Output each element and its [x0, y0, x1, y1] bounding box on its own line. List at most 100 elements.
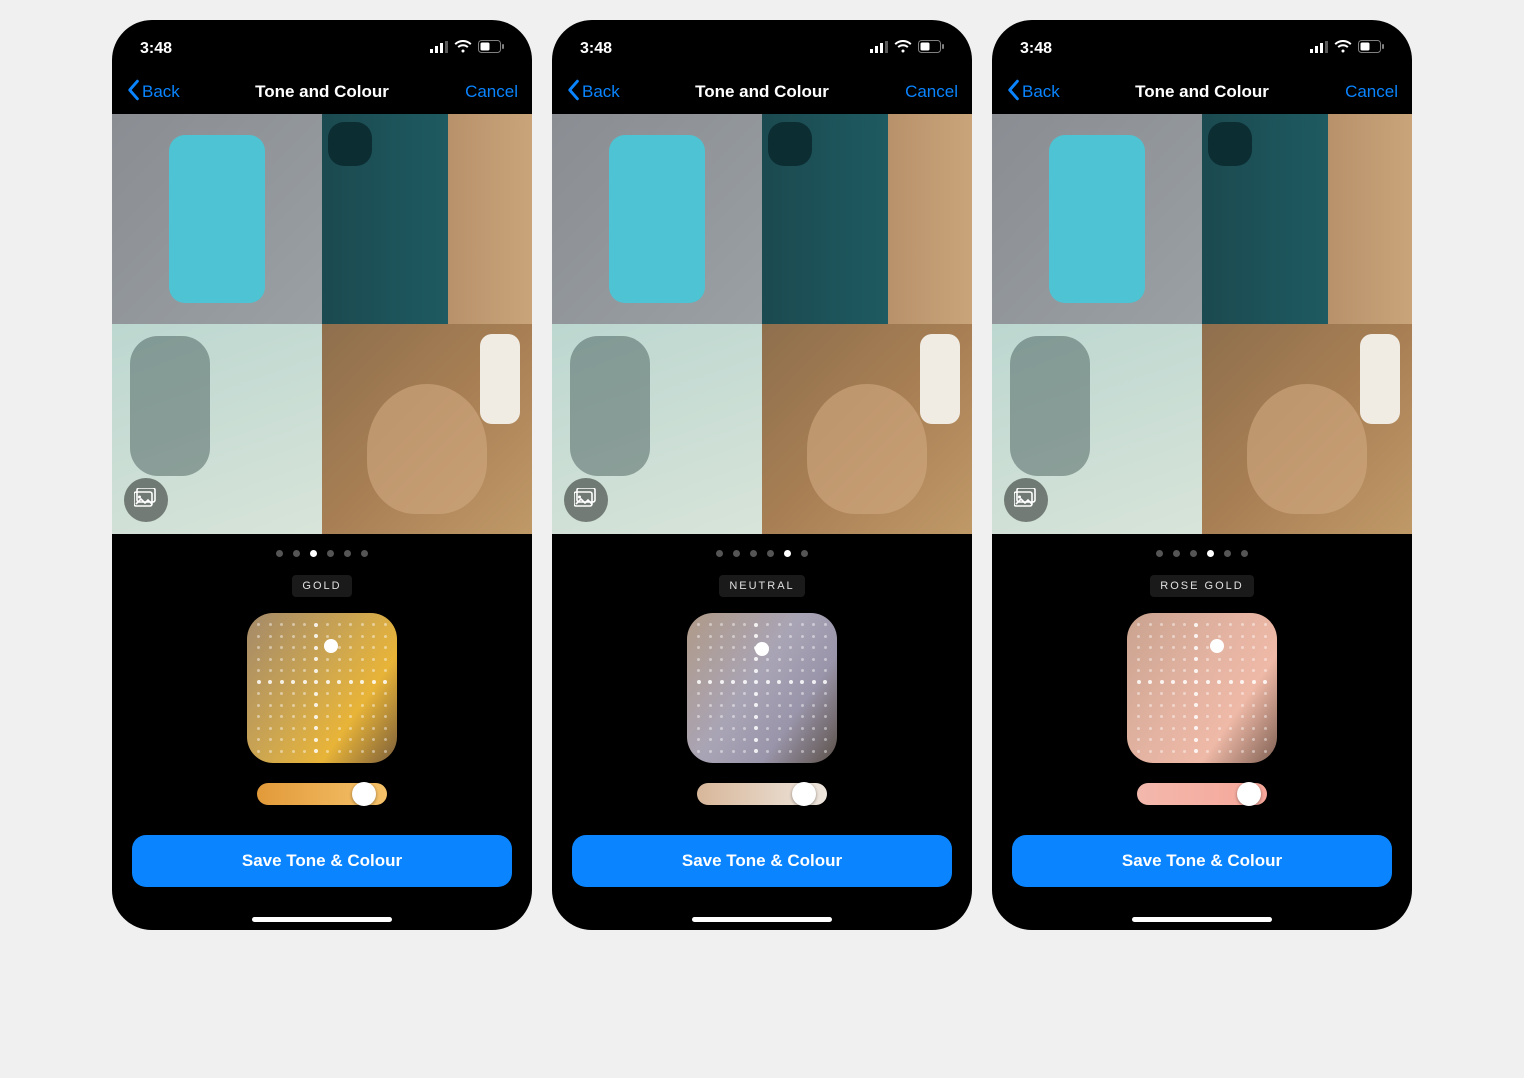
home-indicator[interactable] [1132, 917, 1272, 922]
wifi-icon [894, 40, 912, 58]
chevron-left-icon [566, 79, 582, 106]
tone-grid-control[interactable] [1127, 613, 1277, 763]
photo-preview-grid [112, 114, 532, 534]
status-icons [430, 40, 504, 58]
page-title: Tone and Colour [255, 82, 389, 102]
status-icons [870, 40, 944, 58]
page-dot [784, 550, 791, 557]
intensity-slider[interactable] [257, 783, 387, 805]
tone-grid-cursor[interactable] [755, 642, 769, 656]
page-dot [801, 550, 808, 557]
battery-icon [478, 40, 504, 58]
chevron-left-icon [1006, 79, 1022, 106]
photo-preview-grid [992, 114, 1412, 534]
status-bar: 3:48 [992, 20, 1412, 70]
photos-icon [134, 488, 158, 513]
chevron-left-icon [126, 79, 142, 106]
page-dot [344, 550, 351, 557]
tone-grid-cursor[interactable] [1210, 639, 1224, 653]
preview-photo [992, 114, 1202, 324]
back-label: Back [582, 82, 620, 102]
phone-screen: 3:48 Back Tone and Colour Cancel [112, 20, 532, 930]
page-dot [1224, 550, 1231, 557]
save-label: Save Tone & Colour [242, 851, 402, 871]
tone-grid-cursor[interactable] [324, 639, 338, 653]
page-dot [310, 550, 317, 557]
page-dot [750, 550, 757, 557]
back-button[interactable]: Back [1006, 79, 1060, 106]
wifi-icon [454, 40, 472, 58]
home-indicator[interactable] [692, 917, 832, 922]
tone-controls: NEUTRAL Save Tone & Colour [552, 534, 972, 930]
page-title: Tone and Colour [695, 82, 829, 102]
page-dots [1156, 546, 1248, 575]
intensity-slider[interactable] [1137, 783, 1267, 805]
status-time: 3:48 [580, 40, 612, 58]
save-label: Save Tone & Colour [682, 851, 842, 871]
page-dot [1207, 550, 1214, 557]
status-time: 3:48 [140, 40, 172, 58]
page-dots [716, 546, 808, 575]
tone-grid-control[interactable] [247, 613, 397, 763]
preview-photo [322, 324, 532, 534]
photo-picker-button[interactable] [124, 478, 168, 522]
page-dot [276, 550, 283, 557]
save-label: Save Tone & Colour [1122, 851, 1282, 871]
page-title: Tone and Colour [1135, 82, 1269, 102]
cancel-button[interactable]: Cancel [1345, 82, 1398, 102]
home-indicator[interactable] [252, 917, 392, 922]
status-bar: 3:48 [112, 20, 532, 70]
status-bar: 3:48 [552, 20, 972, 70]
back-button[interactable]: Back [126, 79, 180, 106]
tone-name-label: ROSE GOLD [1150, 575, 1253, 597]
status-icons [1310, 40, 1384, 58]
page-dot [293, 550, 300, 557]
nav-bar: Back Tone and Colour Cancel [112, 70, 532, 114]
slider-thumb[interactable] [1237, 782, 1261, 806]
cancel-button[interactable]: Cancel [465, 82, 518, 102]
slider-thumb[interactable] [352, 782, 376, 806]
battery-icon [1358, 40, 1384, 58]
save-button[interactable]: Save Tone & Colour [572, 835, 952, 887]
phone-screen: 3:48 Back Tone and Colour Cancel [992, 20, 1412, 930]
phone-screen: 3:48 Back Tone and Colour Cancel [552, 20, 972, 930]
preview-photo [762, 114, 972, 324]
page-dots [276, 546, 368, 575]
tone-grid-control[interactable] [687, 613, 837, 763]
wifi-icon [1334, 40, 1352, 58]
photos-icon [574, 488, 598, 513]
photos-icon [1014, 488, 1038, 513]
back-label: Back [1022, 82, 1060, 102]
signal-icon [1310, 40, 1328, 58]
tone-name-label: NEUTRAL [719, 575, 804, 597]
status-time: 3:48 [1020, 40, 1052, 58]
page-dot [733, 550, 740, 557]
preview-photo [322, 114, 532, 324]
preview-photo [1202, 114, 1412, 324]
nav-bar: Back Tone and Colour Cancel [552, 70, 972, 114]
page-dot [361, 550, 368, 557]
page-dot [1241, 550, 1248, 557]
nav-bar: Back Tone and Colour Cancel [992, 70, 1412, 114]
page-dot [716, 550, 723, 557]
page-dot [1156, 550, 1163, 557]
save-button[interactable]: Save Tone & Colour [1012, 835, 1392, 887]
tone-controls: ROSE GOLD Save Tone & Colour [992, 534, 1412, 930]
tone-controls: GOLD Save Tone & Colour [112, 534, 532, 930]
signal-icon [430, 40, 448, 58]
preview-photo [552, 114, 762, 324]
page-dot [1190, 550, 1197, 557]
tone-name-label: GOLD [292, 575, 351, 597]
preview-photo [112, 114, 322, 324]
page-dot [767, 550, 774, 557]
back-label: Back [142, 82, 180, 102]
back-button[interactable]: Back [566, 79, 620, 106]
battery-icon [918, 40, 944, 58]
photo-picker-button[interactable] [1004, 478, 1048, 522]
intensity-slider[interactable] [697, 783, 827, 805]
slider-thumb[interactable] [792, 782, 816, 806]
save-button[interactable]: Save Tone & Colour [132, 835, 512, 887]
preview-photo [1202, 324, 1412, 534]
cancel-button[interactable]: Cancel [905, 82, 958, 102]
photo-picker-button[interactable] [564, 478, 608, 522]
